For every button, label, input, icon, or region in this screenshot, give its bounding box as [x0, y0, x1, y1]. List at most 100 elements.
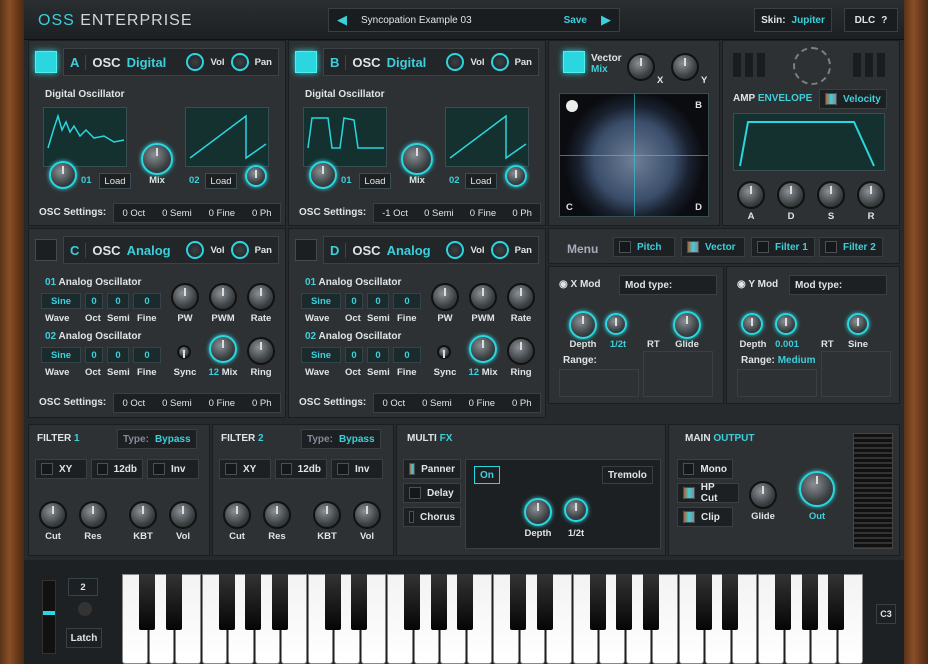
osc-d-rate-knob[interactable] — [507, 283, 535, 311]
osc-a-wave1-knob[interactable] — [49, 161, 77, 189]
osc-c-pwm-knob[interactable] — [209, 283, 237, 311]
osc-b-load2-button[interactable]: Load — [465, 173, 497, 189]
osc-d-ring-knob[interactable] — [507, 337, 535, 365]
y-mod-type[interactable]: Mod type: — [789, 275, 887, 295]
black-key[interactable] — [404, 574, 421, 630]
osc-b-wave1-knob[interactable] — [309, 161, 337, 189]
vector-toggle[interactable] — [563, 51, 585, 73]
black-key[interactable] — [775, 574, 792, 630]
fx-rate-knob[interactable] — [564, 498, 588, 522]
osc-a-toggle[interactable] — [35, 51, 57, 73]
filter2-res-knob[interactable] — [263, 501, 291, 529]
osc-a-load2-button[interactable]: Load — [205, 173, 237, 189]
amp-attack-knob[interactable] — [737, 181, 765, 209]
filter1-vol-knob[interactable] — [169, 501, 197, 529]
osc-d-type[interactable]: Analog — [387, 243, 441, 258]
osc-c-mix-knob[interactable] — [209, 335, 237, 363]
osc-a-settings[interactable]: 0 Oct 0 Semi 0 Fine 0 Ph — [113, 203, 281, 223]
black-key[interactable] — [271, 574, 288, 630]
black-key[interactable] — [218, 574, 235, 630]
vector-y-knob[interactable] — [671, 53, 699, 81]
osc-b-toggle[interactable] — [295, 51, 317, 73]
filter2-inv[interactable]: Inv — [331, 459, 383, 479]
black-key[interactable] — [510, 574, 527, 630]
osc-c-type[interactable]: Analog — [127, 243, 181, 258]
osc-c-sync-button[interactable] — [177, 345, 191, 359]
y-mod-range-box[interactable] — [737, 369, 817, 397]
osc-d-mix-knob[interactable] — [469, 335, 497, 363]
menu-vector[interactable]: Vector — [681, 237, 745, 257]
fx-delay[interactable]: Delay — [403, 483, 461, 503]
osc-c-settings[interactable]: 0 Oct 0 Semi 0 Fine 0 Ph — [113, 393, 281, 413]
osc-b-wave2-knob[interactable] — [505, 165, 527, 187]
black-key[interactable] — [828, 574, 845, 630]
filter2-type[interactable]: Type: Bypass — [301, 429, 381, 449]
x-mod-glide-knob[interactable] — [673, 311, 701, 339]
output-glide-knob[interactable] — [749, 481, 777, 509]
osc-d-pan-knob[interactable] — [490, 241, 509, 259]
x-mod-depth-knob[interactable] — [569, 311, 597, 339]
next-preset-icon[interactable]: ▶ — [593, 12, 619, 28]
black-key[interactable] — [165, 574, 182, 630]
filter1-type[interactable]: Type: Bypass — [117, 429, 197, 449]
black-key[interactable] — [695, 574, 712, 630]
osc-c-rate-knob[interactable] — [247, 283, 275, 311]
menu-pitch[interactable]: Pitch — [613, 237, 675, 257]
amp-decay-knob[interactable] — [777, 181, 805, 209]
black-key[interactable] — [642, 574, 659, 630]
amp-sustain-knob[interactable] — [817, 181, 845, 209]
menu-filter2[interactable]: Filter 2 — [819, 237, 883, 257]
black-key[interactable] — [589, 574, 606, 630]
osc-a-wave2-knob[interactable] — [245, 165, 267, 187]
filter1-cut-knob[interactable] — [39, 501, 67, 529]
black-key[interactable] — [245, 574, 262, 630]
black-key[interactable] — [801, 574, 818, 630]
save-button[interactable]: Save — [564, 15, 587, 26]
latch-button[interactable]: Latch — [66, 628, 102, 648]
skin-selector[interactable]: Skin: Jupiter — [754, 8, 832, 32]
filter1-kbt-knob[interactable] — [129, 501, 157, 529]
filter1-12db[interactable]: 12db — [91, 459, 143, 479]
osc-a-load1-button[interactable]: Load — [99, 173, 131, 189]
black-key[interactable] — [351, 574, 368, 630]
osc-c-ring-knob[interactable] — [247, 337, 275, 365]
osc-b-mix-knob[interactable] — [401, 143, 433, 175]
black-key[interactable] — [722, 574, 739, 630]
osc-a-type[interactable]: Digital — [127, 55, 181, 70]
fx-chorus[interactable]: Chorus — [403, 507, 461, 527]
osc-a-pan-knob[interactable] — [230, 53, 249, 71]
amp-release-knob[interactable] — [857, 181, 885, 209]
menu-filter1[interactable]: Filter 1 — [751, 237, 815, 257]
filter1-res-knob[interactable] — [79, 501, 107, 529]
osc-d-sync-button[interactable] — [437, 345, 451, 359]
osc-d-vol-knob[interactable] — [446, 241, 465, 259]
output-mono[interactable]: Mono — [677, 459, 733, 479]
filter2-kbt-knob[interactable] — [313, 501, 341, 529]
osc-a-vol-knob[interactable] — [186, 53, 205, 71]
black-key[interactable] — [139, 574, 156, 630]
filter2-xy[interactable]: XY — [219, 459, 271, 479]
osc-d-a2-wave[interactable]: Sine — [301, 347, 341, 363]
fx-panner[interactable]: Panner — [403, 459, 461, 479]
osc-c-pw-knob[interactable] — [171, 283, 199, 311]
black-key[interactable] — [536, 574, 553, 630]
osc-c-a2-wave[interactable]: Sine — [41, 347, 81, 363]
osc-d-toggle[interactable] — [295, 239, 317, 261]
x-mod-range-box[interactable] — [559, 369, 639, 397]
osc-a-mix-knob[interactable] — [141, 143, 173, 175]
osc-b-settings[interactable]: -1 Oct 0 Semi 0 Fine 0 Ph — [373, 203, 541, 223]
osc-b-load1-button[interactable]: Load — [359, 173, 391, 189]
preset-name[interactable]: Syncopation Example 03 — [355, 15, 564, 26]
osc-c-pan-knob[interactable] — [230, 241, 249, 259]
fx-depth-knob[interactable] — [524, 498, 552, 526]
y-mod-rate-knob[interactable] — [775, 313, 797, 335]
velocity-toggle[interactable]: Velocity — [819, 89, 887, 109]
fx-effect-select[interactable]: Tremolo — [602, 466, 653, 484]
x-mod-type[interactable]: Mod type: — [619, 275, 717, 295]
output-clip[interactable]: Clip — [677, 507, 733, 527]
y-mod-depth-knob[interactable] — [741, 313, 763, 335]
osc-c-a1-wave[interactable]: Sine — [41, 293, 81, 309]
osc-c-toggle[interactable] — [35, 239, 57, 261]
osc-d-a1-wave[interactable]: Sine — [301, 293, 341, 309]
prev-preset-icon[interactable]: ◀ — [329, 12, 355, 28]
